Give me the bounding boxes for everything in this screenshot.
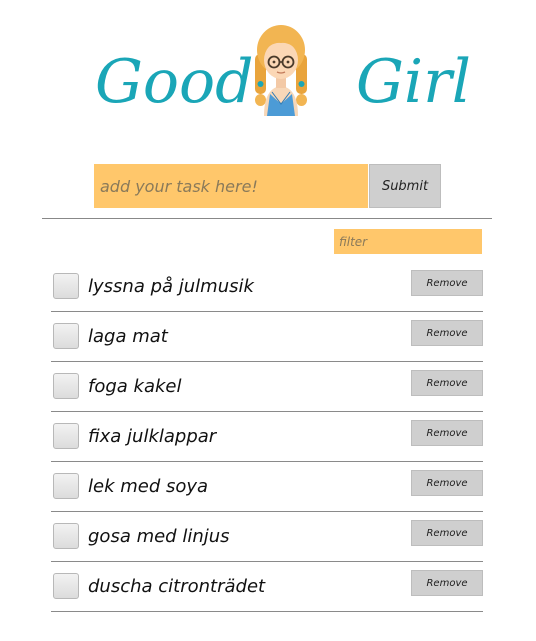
- task-text: laga mat: [88, 326, 168, 347]
- task-checkbox[interactable]: [53, 573, 79, 599]
- task-text: duscha citronträdet: [88, 576, 266, 597]
- task-item: laga mat Remove: [51, 312, 483, 362]
- remove-button[interactable]: Remove: [411, 570, 483, 596]
- task-checkbox[interactable]: [53, 323, 79, 349]
- task-text: lyssna på julmusik: [88, 276, 254, 297]
- remove-button[interactable]: Remove: [411, 370, 483, 396]
- divider: [42, 218, 492, 219]
- submit-button[interactable]: Submit: [369, 164, 441, 208]
- task-list: lyssna på julmusik Remove laga mat Remov…: [51, 262, 483, 612]
- task-item: duscha citronträdet Remove: [51, 562, 483, 612]
- title-good: Good: [95, 47, 254, 117]
- remove-button[interactable]: Remove: [411, 420, 483, 446]
- task-item: gosa med linjus Remove: [51, 512, 483, 562]
- task-checkbox[interactable]: [53, 273, 79, 299]
- remove-button[interactable]: Remove: [411, 520, 483, 546]
- task-item: foga kakel Remove: [51, 362, 483, 412]
- remove-button[interactable]: Remove: [411, 270, 483, 296]
- task-text: gosa med linjus: [88, 526, 230, 547]
- girl-avatar-icon: [255, 25, 307, 116]
- task-text: lek med soya: [88, 476, 209, 497]
- filter-input[interactable]: [334, 229, 482, 254]
- task-checkbox[interactable]: [53, 473, 79, 499]
- task-item: fixa julklappar Remove: [51, 412, 483, 462]
- task-checkbox[interactable]: [53, 373, 79, 399]
- task-input[interactable]: [94, 164, 368, 208]
- remove-button[interactable]: Remove: [411, 470, 483, 496]
- app-header: Good Girl: [0, 0, 536, 140]
- task-item: lek med soya Remove: [51, 462, 483, 512]
- task-checkbox[interactable]: [53, 423, 79, 449]
- remove-button[interactable]: Remove: [411, 320, 483, 346]
- task-text: fixa julklappar: [88, 426, 217, 447]
- task-item: lyssna på julmusik Remove: [51, 262, 483, 312]
- task-text: foga kakel: [88, 376, 182, 397]
- task-checkbox[interactable]: [53, 523, 79, 549]
- title-girl: Girl: [356, 47, 471, 117]
